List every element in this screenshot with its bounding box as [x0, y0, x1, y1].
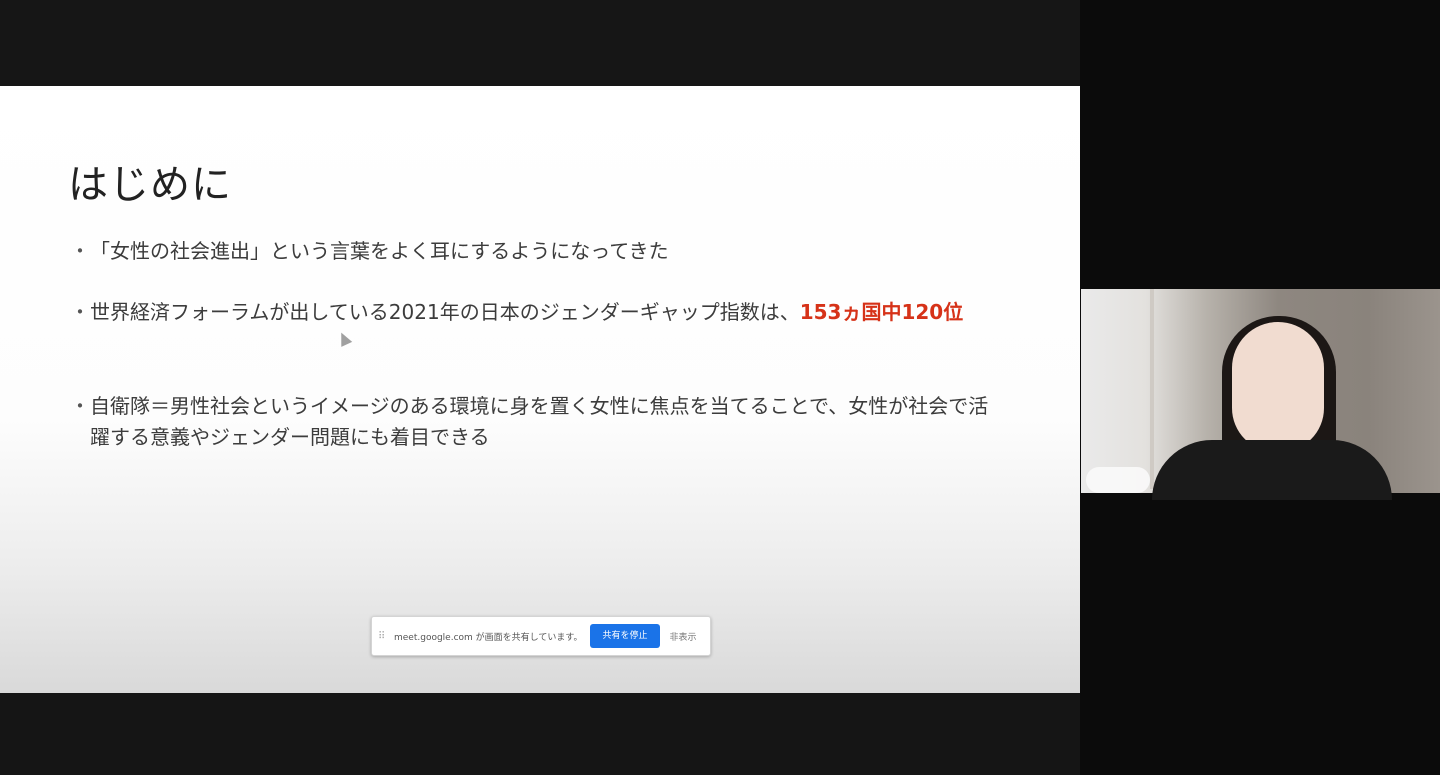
participant-name-chip — [1086, 467, 1150, 493]
top-letterbox — [0, 0, 1080, 86]
bullet-text: 世界経済フォーラムが出している2021年の日本のジェンダーギャップ指数は、 — [90, 300, 800, 324]
bullet-item: ・ 世界経済フォーラムが出している2021年の日本のジェンダーギャップ指数は、1… — [70, 297, 1000, 328]
bullet-marker: ・ — [70, 239, 90, 263]
stop-sharing-button[interactable]: 共有を停止 — [590, 624, 660, 648]
hide-button[interactable]: 非表示 — [670, 630, 697, 643]
bullet-marker: ・ — [70, 300, 90, 324]
bullet-text-wrap: 世界経済フォーラムが出している2021年の日本のジェンダーギャップ指数は、153… — [90, 297, 1000, 328]
drag-handle-icon[interactable]: ⠿ — [378, 631, 392, 642]
screen-share-bar: ⠿ meet.google.com が画面を共有しています。 共有を停止 非表示 — [371, 616, 711, 656]
bullet-text: 自衛隊＝男性社会というイメージのある環境に身を置く女性に焦点を当てることで、女性… — [90, 394, 989, 449]
share-message: meet.google.com が画面を共有しています。 — [394, 632, 583, 643]
bullet-marker: ・ — [70, 394, 90, 418]
video-background-detail — [1150, 289, 1154, 489]
bullet-text: 「女性の社会進出」という言葉をよく耳にするようになってきた — [90, 239, 669, 263]
bottom-letterbox — [0, 693, 1080, 775]
mouse-cursor-icon — [335, 330, 353, 347]
shared-slide: はじめに ・ 「女性の社会進出」という言葉をよく耳にするようになってきた ・ 世… — [0, 86, 1080, 693]
slide-title: はじめに — [68, 162, 232, 208]
bullet-item: ・ 自衛隊＝男性社会というイメージのある環境に身を置く女性に焦点を当てることで、… — [70, 391, 1000, 453]
bullet-item: ・ 「女性の社会進出」という言葉をよく耳にするようになってきた — [70, 236, 1000, 267]
participant-body — [1152, 440, 1392, 500]
participant-face — [1232, 322, 1324, 452]
bullet-highlight: 153ヵ国中120位 — [799, 300, 964, 324]
